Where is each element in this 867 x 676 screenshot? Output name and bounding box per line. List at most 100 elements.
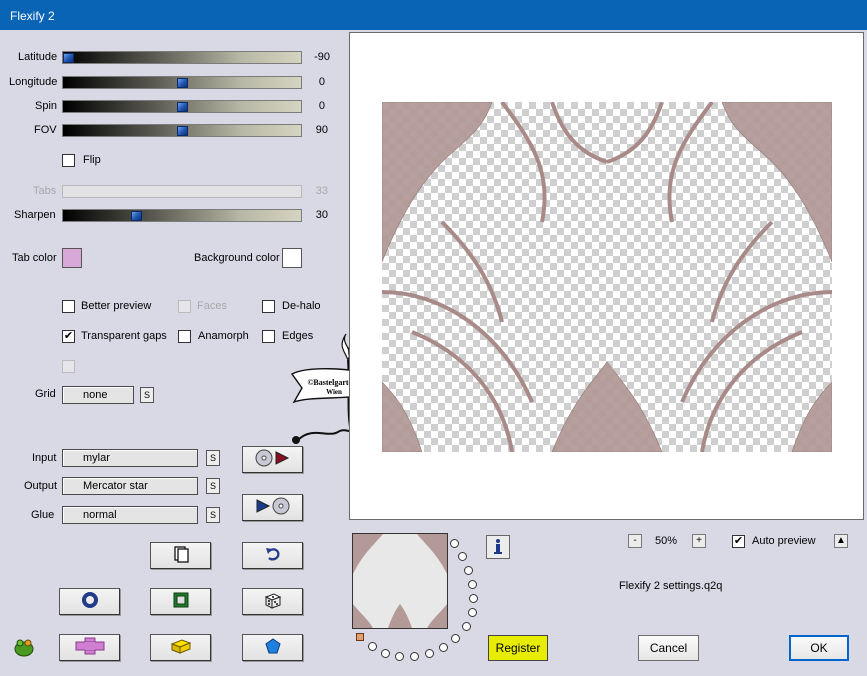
de-halo-label: De-halo — [282, 300, 321, 312]
flip-checkbox[interactable] — [62, 154, 75, 167]
fov-slider-thumb[interactable] — [177, 126, 188, 136]
output-s-button[interactable]: S — [206, 478, 220, 494]
zoom-out-button[interactable]: - — [628, 534, 642, 548]
preset-dot[interactable] — [368, 642, 377, 651]
longitude-value: 0 — [318, 76, 325, 88]
preset-dot[interactable] — [425, 649, 434, 658]
grid-s-button[interactable]: S — [140, 387, 154, 403]
auto-preview-checkbox[interactable]: ✔ — [732, 535, 745, 548]
input-label: Input — [32, 452, 57, 464]
background-color-swatch[interactable] — [282, 248, 302, 268]
ring-button[interactable] — [59, 588, 120, 615]
arrow-to-disk-icon — [255, 497, 291, 518]
convert-in-button[interactable] — [242, 446, 303, 473]
tabs-slider — [62, 185, 302, 198]
longitude-slider[interactable] — [62, 76, 302, 89]
preset-dot[interactable] — [464, 566, 473, 575]
pentagon-button[interactable] — [242, 634, 303, 661]
preview-canvas[interactable] — [349, 32, 864, 520]
fov-value: 90 — [315, 124, 328, 136]
dice-button[interactable] — [242, 588, 303, 615]
preset-dot[interactable] — [450, 539, 459, 548]
sharpen-label: Sharpen — [14, 209, 56, 221]
preset-dot[interactable] — [451, 634, 460, 643]
edges-checkbox[interactable] — [262, 330, 275, 343]
preset-dot[interactable] — [469, 594, 478, 603]
output-label: Output — [24, 480, 58, 492]
preset-dot[interactable] — [395, 652, 404, 661]
collapse-toggle-button[interactable]: ▲ — [834, 534, 848, 548]
transparent-gaps-checkbox[interactable]: ✔ — [62, 330, 75, 343]
grid-select[interactable]: none — [62, 386, 134, 404]
anamorph-label: Anamorph — [198, 330, 249, 342]
background-color-label: Background color — [194, 252, 280, 264]
brick-icon — [170, 637, 192, 658]
better-preview-label: Better preview — [81, 300, 152, 312]
tab-color-swatch[interactable] — [62, 248, 82, 268]
spin-slider[interactable] — [62, 100, 302, 113]
grid-label: Grid — [35, 388, 56, 400]
watermark-line2: Wien — [326, 388, 342, 396]
copy-icon — [172, 545, 190, 566]
info-icon — [491, 538, 505, 557]
spin-slider-thumb[interactable] — [177, 102, 188, 112]
transparent-gaps-label: Transparent gaps — [81, 330, 167, 342]
preset-dot[interactable] — [458, 552, 467, 561]
latitude-value: -90 — [314, 51, 330, 63]
plus-shape-icon — [75, 637, 105, 658]
preset-dot[interactable] — [410, 652, 419, 661]
input-select[interactable]: mylar — [62, 449, 198, 467]
spin-value: 0 — [318, 100, 325, 112]
ok-button[interactable]: OK — [789, 635, 849, 661]
square-button[interactable] — [150, 588, 211, 615]
sharpen-slider-thumb[interactable] — [131, 211, 142, 221]
plus-button[interactable] — [59, 634, 120, 661]
output-select[interactable]: Mercator star — [62, 477, 198, 495]
info-button[interactable] — [486, 535, 510, 559]
glue-select[interactable]: normal — [62, 506, 198, 524]
ring-icon — [81, 591, 99, 612]
anamorph-checkbox[interactable] — [178, 330, 191, 343]
preset-dot[interactable] — [439, 643, 448, 652]
latitude-label: Latitude — [18, 51, 58, 63]
de-halo-checkbox[interactable] — [262, 300, 275, 313]
fov-slider[interactable] — [62, 124, 302, 137]
input-s-button[interactable]: S — [206, 450, 220, 466]
disk-to-arrow-icon — [255, 449, 291, 470]
convert-out-button[interactable] — [242, 494, 303, 521]
preset-dot[interactable] — [468, 580, 477, 589]
spin-label: Spin — [35, 100, 58, 112]
flip-label: Flip — [83, 154, 101, 166]
faces-checkbox — [178, 300, 191, 313]
sharpen-slider[interactable] — [62, 209, 302, 222]
preset-dot[interactable] — [381, 649, 390, 658]
square-icon — [172, 591, 190, 612]
thumbnail-marker — [356, 633, 364, 641]
register-button[interactable]: Register — [488, 635, 548, 661]
brick-button[interactable] — [150, 634, 211, 661]
frog-icon — [13, 636, 35, 661]
settings-filename: Flexify 2 settings.q2q — [619, 580, 723, 592]
latitude-slider-thumb[interactable] — [63, 53, 74, 63]
better-preview-checkbox[interactable] — [62, 300, 75, 313]
thumbnail-preview[interactable] — [352, 533, 448, 629]
glue-s-button[interactable]: S — [206, 507, 220, 523]
title-bar: Flexify 2 — [0, 0, 867, 30]
auto-preview-label: Auto preview — [752, 535, 816, 547]
copy-button[interactable] — [150, 542, 211, 569]
longitude-slider-thumb[interactable] — [177, 78, 188, 88]
preset-dot[interactable] — [468, 608, 477, 617]
undo-icon — [264, 545, 282, 566]
pentagon-icon — [264, 637, 282, 658]
dialog-client: Latitude -90 Longitude 0 Spin 0 FOV 90 F… — [0, 30, 867, 676]
zoom-in-button[interactable]: + — [692, 534, 706, 548]
window-title: Flexify 2 — [10, 9, 55, 23]
dice-icon — [263, 590, 283, 613]
cancel-button[interactable]: Cancel — [638, 635, 699, 661]
faces-label: Faces — [197, 300, 227, 312]
longitude-label: Longitude — [9, 76, 58, 88]
preset-dot[interactable] — [462, 622, 471, 631]
latitude-slider[interactable] — [62, 51, 302, 64]
undo-button[interactable] — [242, 542, 303, 569]
flexify-window: Flexify 2 Latitude -90 Longitude 0 Spin … — [0, 0, 867, 676]
